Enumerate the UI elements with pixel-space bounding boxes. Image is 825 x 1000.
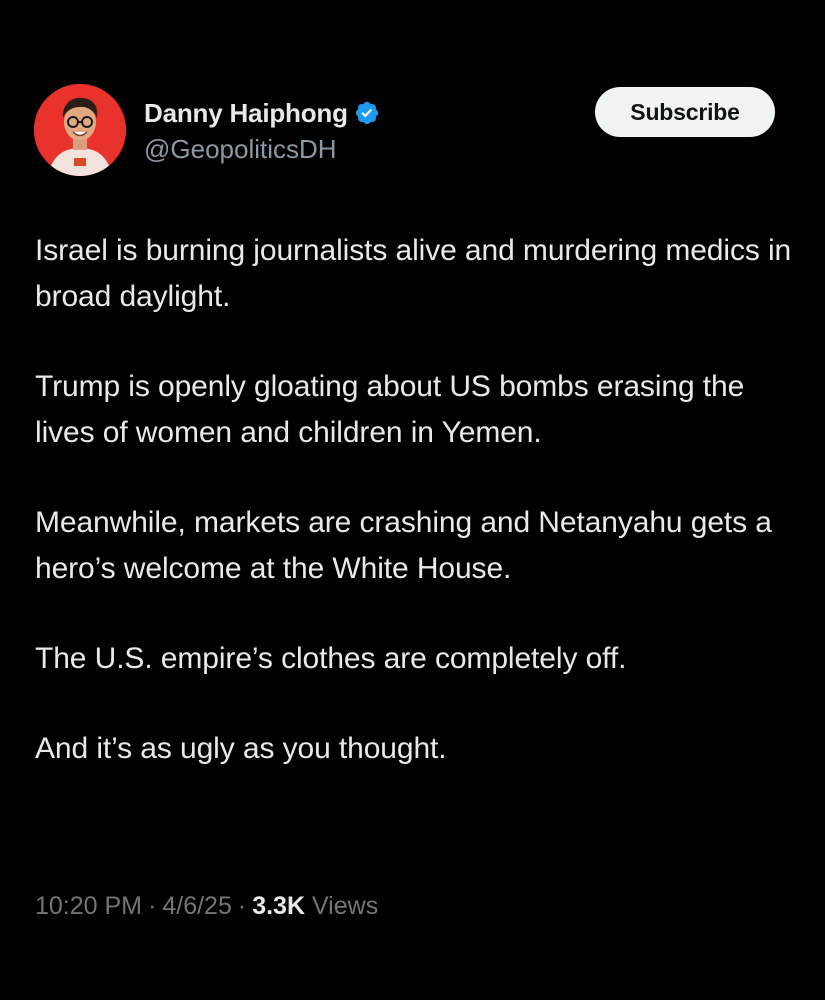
tweet-paragraph: Meanwhile, markets are crashing and Neta… — [35, 506, 772, 585]
tweet-date[interactable]: 4/6/25 — [162, 892, 232, 920]
tweet-card: Danny Haiphong @GeopoliticsDH Subscribe … — [0, 0, 825, 1000]
tweet-paragraph: The U.S. empire’s clothes are completely… — [35, 642, 627, 675]
tweet-metadata: 10:20 PM · 4/6/25 · 3.3K Views — [35, 892, 378, 921]
meta-separator: · — [237, 892, 247, 920]
meta-separator: · — [148, 892, 157, 920]
tweet-time[interactable]: 10:20 PM — [35, 892, 142, 920]
display-name[interactable]: Danny Haiphong — [144, 98, 348, 129]
author-info: Danny Haiphong @GeopoliticsDH — [144, 96, 380, 165]
avatar-photo — [34, 84, 126, 176]
subscribe-button[interactable]: Subscribe — [595, 87, 775, 137]
tweet-paragraph: Trump is openly gloating about US bombs … — [35, 370, 745, 449]
tweet-paragraph: Israel is burning journalists alive and … — [35, 234, 792, 313]
author-name-row: Danny Haiphong — [144, 96, 380, 130]
tweet-text: Israel is burning journalists alive and … — [35, 228, 810, 816]
author-handle[interactable]: @GeopoliticsDH — [144, 134, 380, 165]
avatar[interactable] — [34, 84, 126, 176]
verified-badge-icon[interactable] — [354, 100, 380, 126]
views-count[interactable]: 3.3K — [252, 892, 305, 920]
views-label: Views — [311, 892, 379, 920]
tweet-paragraph: And it’s as ugly as you thought. — [35, 732, 447, 765]
